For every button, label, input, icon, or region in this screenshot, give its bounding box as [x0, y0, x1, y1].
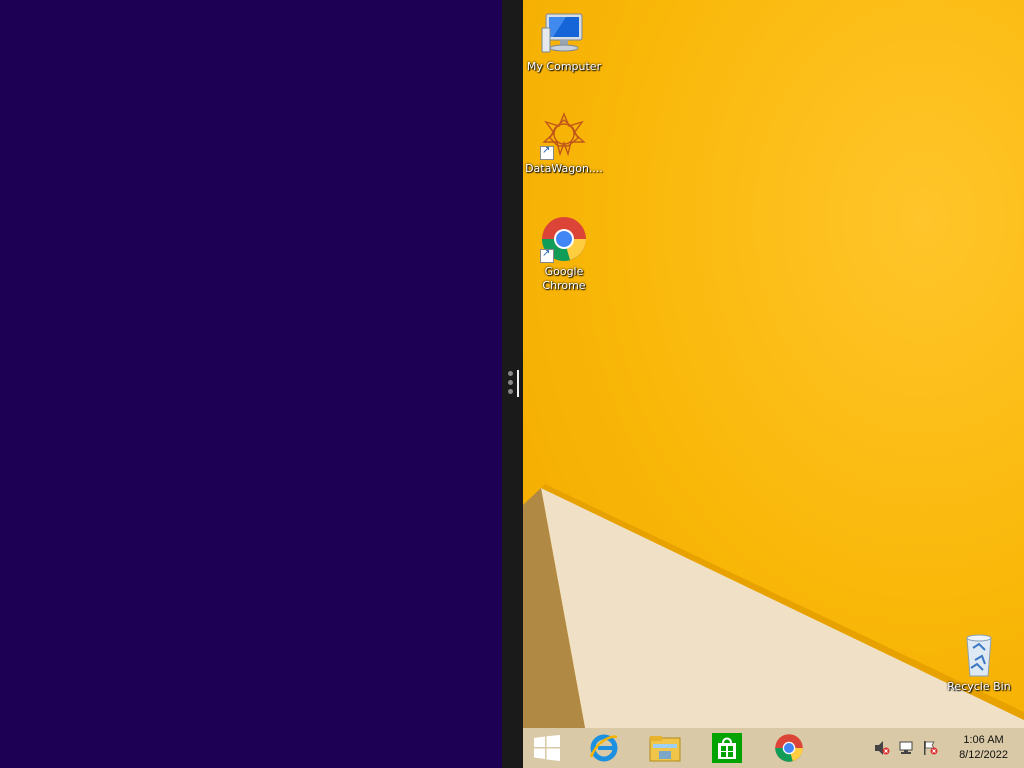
shortcut-arrow-icon — [540, 144, 554, 160]
recycle-bin-icon — [955, 630, 1003, 678]
taskbar-file-explorer[interactable] — [643, 730, 687, 766]
chrome-icon — [775, 734, 803, 762]
desktop-icon-datawagon[interactable]: DataWagon.... — [524, 112, 604, 176]
start-button[interactable] — [525, 730, 569, 766]
desktop-icon-recycle-bin[interactable]: Recycle Bin — [939, 630, 1019, 694]
taskbar-google-chrome[interactable] — [767, 730, 811, 766]
wallpaper-shard — [523, 484, 1024, 728]
split-divider[interactable] — [502, 0, 523, 768]
taskbar-internet-explorer[interactable] — [582, 730, 626, 766]
divider-dots — [508, 371, 514, 399]
start-icon — [534, 735, 560, 761]
taskbar — [523, 728, 1024, 768]
desktop-icon-label: My Computer — [526, 60, 602, 73]
datawagon-icon — [540, 112, 588, 160]
snapped-app-pane — [0, 0, 502, 768]
clock-time: 1:06 AM — [963, 734, 1004, 746]
desktop-icon-label: Google Chrome — [542, 265, 586, 292]
computer-icon — [540, 10, 588, 58]
desktop — [523, 0, 1024, 728]
network-icon[interactable] — [898, 740, 914, 756]
desktop-icon-google-chrome[interactable]: Google Chrome — [524, 215, 604, 293]
shortcut-arrow-icon — [540, 247, 554, 263]
internet-explorer-icon — [589, 734, 618, 762]
divider-grip-handle[interactable] — [517, 370, 519, 397]
taskbar-clock[interactable]: 1:06 AM 8/12/2022 — [959, 733, 1008, 763]
action-center-flag-icon[interactable] — [922, 740, 938, 756]
desktop-icon-my-computer[interactable]: My Computer — [524, 10, 604, 74]
desktop-icon-label: DataWagon.... — [525, 162, 603, 175]
taskbar-store[interactable] — [705, 730, 749, 766]
volume-muted-icon[interactable] — [874, 740, 890, 756]
file-explorer-icon — [649, 736, 681, 762]
store-icon — [712, 733, 742, 763]
clock-date: 8/12/2022 — [959, 749, 1008, 761]
chrome-icon — [540, 215, 588, 263]
desktop-icon-label: Recycle Bin — [947, 680, 1011, 693]
